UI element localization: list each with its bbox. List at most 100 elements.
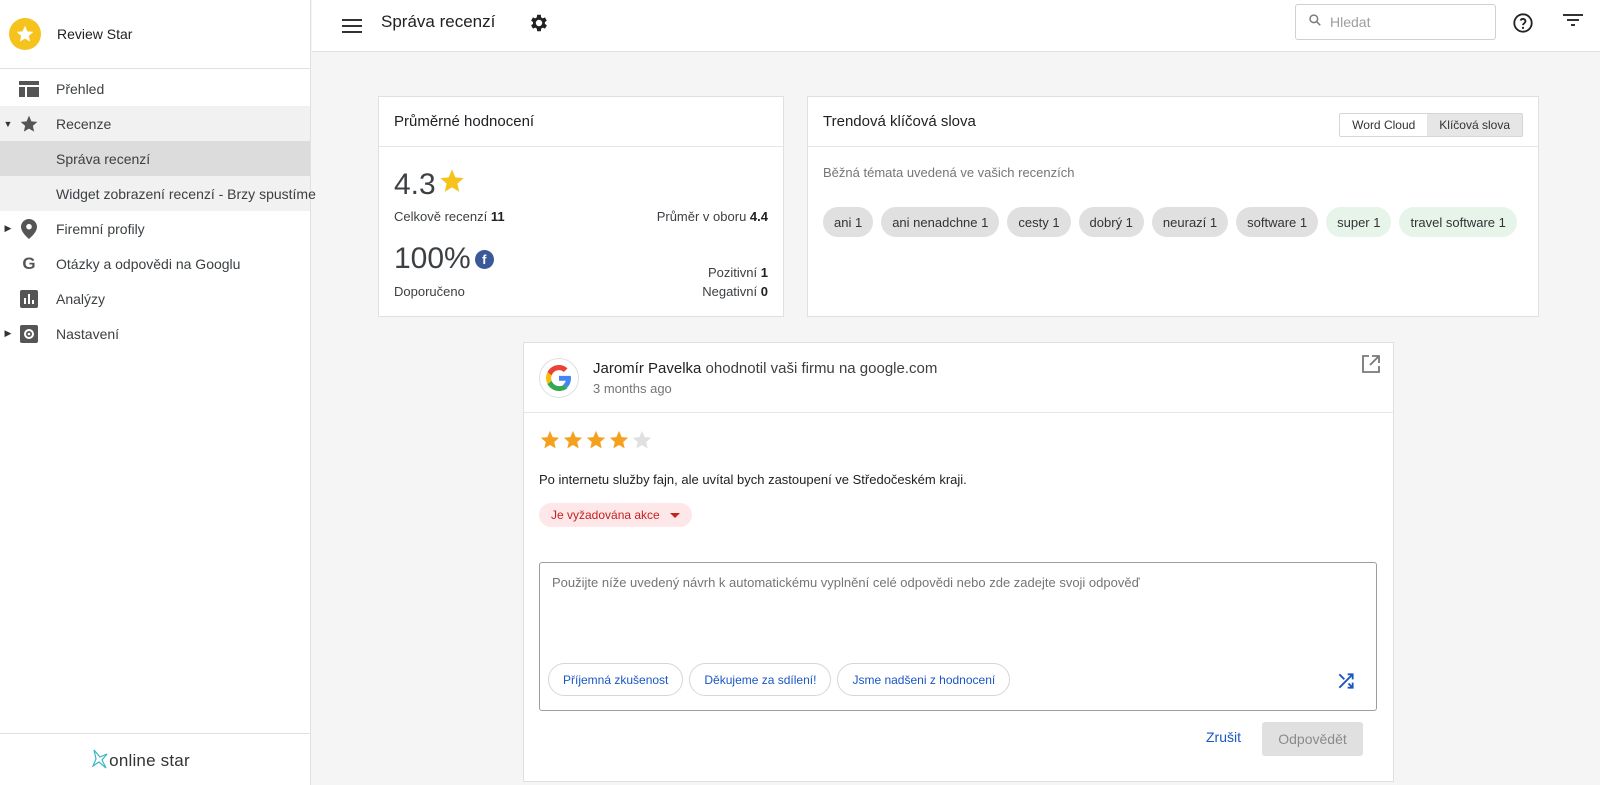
review-author-line: Jaromír Pavelka ohodnotil vaši firmu na … bbox=[593, 360, 937, 377]
review-author: Jaromír Pavelka bbox=[593, 360, 702, 377]
average-rating: 4.3 bbox=[394, 167, 466, 203]
settings-box-icon bbox=[19, 324, 39, 344]
recommended-value: 100% bbox=[394, 242, 471, 275]
sidebar-footer: online star bbox=[0, 733, 311, 785]
caret-right-icon: ▶ bbox=[4, 223, 12, 233]
review-card: Jaromír Pavelka ohodnotil vaši firmu na … bbox=[523, 342, 1394, 782]
keyword-chip[interactable]: ani nenadchne 1 bbox=[881, 207, 1000, 237]
filter-icon[interactable] bbox=[1563, 12, 1587, 36]
keyword-chip[interactable]: cesty 1 bbox=[1007, 207, 1071, 237]
sidebar-nav: Přehled ▼ Recenze Správa recenzí Widget … bbox=[0, 69, 316, 351]
sidebar-item-label: Nastavení bbox=[56, 325, 120, 342]
review-text: Po internetu služby fajn, ale uvítal byc… bbox=[539, 472, 967, 487]
star-icon bbox=[438, 167, 466, 203]
sidebar-item-nastaveni[interactable]: ▶ Nastavení bbox=[0, 316, 310, 351]
sidebar-item-firemni-profily[interactable]: ▶ Firemní profily bbox=[0, 211, 310, 246]
sidebar-item-label: Analýzy bbox=[56, 290, 106, 307]
review-source: ohodnotil vaši firmu na google.com bbox=[705, 360, 938, 377]
sidebar: Review Star Přehled ▼ Recenze Správa rec… bbox=[0, 0, 316, 785]
search-input[interactable] bbox=[1330, 14, 1480, 30]
google-g-icon: G bbox=[22, 253, 36, 273]
facebook-icon: f bbox=[474, 249, 494, 269]
keyword-chip[interactable]: neurazí 1 bbox=[1151, 207, 1229, 237]
sidebar-item-recenze[interactable]: ▼ Recenze bbox=[0, 106, 310, 141]
total-reviews: Celkově recenzí 11 bbox=[394, 209, 505, 224]
industry-average-value: 4.4 bbox=[749, 209, 768, 224]
positive-value: 1 bbox=[760, 265, 768, 280]
location-pin-icon bbox=[19, 218, 39, 239]
sidebar-item-label: Otázky a odpovědi na Googlu bbox=[56, 255, 241, 272]
sidebar-item-widget[interactable]: Widget zobrazení recenzí - Brzy spustíme bbox=[0, 176, 316, 211]
suggestion-chip[interactable]: Jsme nadšeni z hodnocení bbox=[837, 663, 1011, 696]
view-toggle: Word Cloud Klíčová slova bbox=[1339, 113, 1523, 137]
online-star-logo-icon bbox=[91, 749, 108, 768]
toggle-word-cloud[interactable]: Word Cloud bbox=[1340, 114, 1427, 136]
sidebar-item-analyzy[interactable]: Analýzy bbox=[0, 281, 310, 316]
star-empty-icon bbox=[632, 430, 652, 449]
sidebar-item-label: Widget zobrazení recenzí - Brzy spustíme bbox=[56, 185, 316, 202]
average-rating-card: Průměrné hodnocení 4.3 Celkově recenzí 1… bbox=[378, 96, 784, 317]
reply-suggestions: Příjemná zkušenost Děkujeme za sdílení! … bbox=[548, 663, 1011, 696]
keyword-chip[interactable]: super 1 bbox=[1326, 207, 1392, 237]
sidebar-item-sprava-recenzi[interactable]: Správa recenzí bbox=[0, 141, 310, 176]
bar-chart-icon bbox=[19, 289, 39, 309]
star-icon bbox=[19, 114, 39, 134]
keyword-chip[interactable]: travel software 1 bbox=[1399, 207, 1517, 237]
hamburger-menu-icon[interactable] bbox=[340, 14, 364, 38]
status-label: Je vyžadována akce bbox=[551, 508, 660, 522]
suggestion-chip[interactable]: Děkujeme za sdílení! bbox=[689, 663, 832, 696]
caret-right-icon: ▶ bbox=[4, 328, 12, 338]
sidebar-item-google-qa[interactable]: G Otázky a odpovědi na Googlu bbox=[0, 246, 310, 281]
sidebar-item-prehled[interactable]: Přehled bbox=[0, 71, 310, 106]
keyword-chip[interactable]: ani 1 bbox=[823, 207, 874, 237]
top-bar: Správa recenzí bbox=[312, 0, 1600, 52]
page-title: Správa recenzí bbox=[381, 12, 496, 31]
industry-average-label: Průměr v oboru bbox=[656, 209, 747, 224]
shuffle-icon[interactable] bbox=[1336, 671, 1356, 691]
suggestion-chip[interactable]: Příjemná zkušenost bbox=[548, 663, 684, 696]
dropdown-arrow-icon bbox=[669, 512, 680, 518]
open-external-icon[interactable] bbox=[1361, 354, 1381, 374]
status-badge[interactable]: Je vyžadována akce bbox=[539, 503, 692, 527]
reply-textarea[interactable] bbox=[552, 575, 1352, 635]
search-field[interactable] bbox=[1295, 4, 1496, 40]
star-filled-icon bbox=[540, 430, 560, 449]
cancel-button[interactable]: Zrušit bbox=[1206, 729, 1241, 745]
recommended-percent: 100% f bbox=[394, 242, 494, 276]
negative-count: Negativní 0 bbox=[702, 284, 768, 299]
search-icon bbox=[1308, 13, 1322, 32]
online-star-logo: online star bbox=[91, 749, 220, 771]
negative-value: 0 bbox=[760, 284, 768, 299]
review-star-logo-icon bbox=[9, 18, 41, 50]
star-filled-icon bbox=[609, 430, 629, 449]
keyword-chip[interactable]: dobrý 1 bbox=[1078, 207, 1144, 237]
card-subtitle: Běžná témata uvedená ve vašich recenzích bbox=[823, 165, 1075, 180]
sidebar-item-label: Správa recenzí bbox=[56, 150, 151, 167]
sidebar-item-label: Recenze bbox=[56, 115, 112, 132]
review-time: 3 months ago bbox=[593, 381, 672, 396]
keyword-chips: ani 1 ani nenadchne 1 cesty 1 dobrý 1 ne… bbox=[823, 207, 1523, 237]
brand-header: Review Star bbox=[0, 0, 310, 69]
keyword-chip[interactable]: software 1 bbox=[1236, 207, 1319, 237]
gear-icon[interactable] bbox=[528, 12, 552, 36]
total-reviews-value: 11 bbox=[490, 209, 505, 224]
negative-label: Negativní bbox=[702, 284, 758, 299]
rating-value: 4.3 bbox=[394, 168, 436, 201]
recommended-label: Doporučeno bbox=[394, 284, 465, 299]
star-filled-icon bbox=[586, 430, 606, 449]
star-filled-icon bbox=[563, 430, 583, 449]
dashboard-icon bbox=[19, 79, 39, 99]
total-reviews-label: Celkově recenzí bbox=[394, 209, 488, 224]
industry-average: Průměr v oboru 4.4 bbox=[657, 209, 768, 224]
google-logo-icon bbox=[539, 358, 579, 398]
help-icon[interactable] bbox=[1512, 12, 1536, 36]
review-header: Jaromír Pavelka ohodnotil vaši firmu na … bbox=[524, 343, 1393, 413]
positive-label: Pozitivní bbox=[708, 265, 758, 280]
app-name: Review Star bbox=[57, 26, 133, 42]
toggle-keywords[interactable]: Klíčová slova bbox=[1427, 114, 1522, 136]
reply-button[interactable]: Odpovědět bbox=[1262, 722, 1363, 756]
trending-keywords-card: Trendová klíčová slova Word Cloud Klíčov… bbox=[807, 96, 1539, 317]
card-title: Průměrné hodnocení bbox=[379, 97, 783, 147]
footer-brand-text: online star bbox=[109, 750, 190, 770]
review-rating bbox=[539, 429, 653, 451]
